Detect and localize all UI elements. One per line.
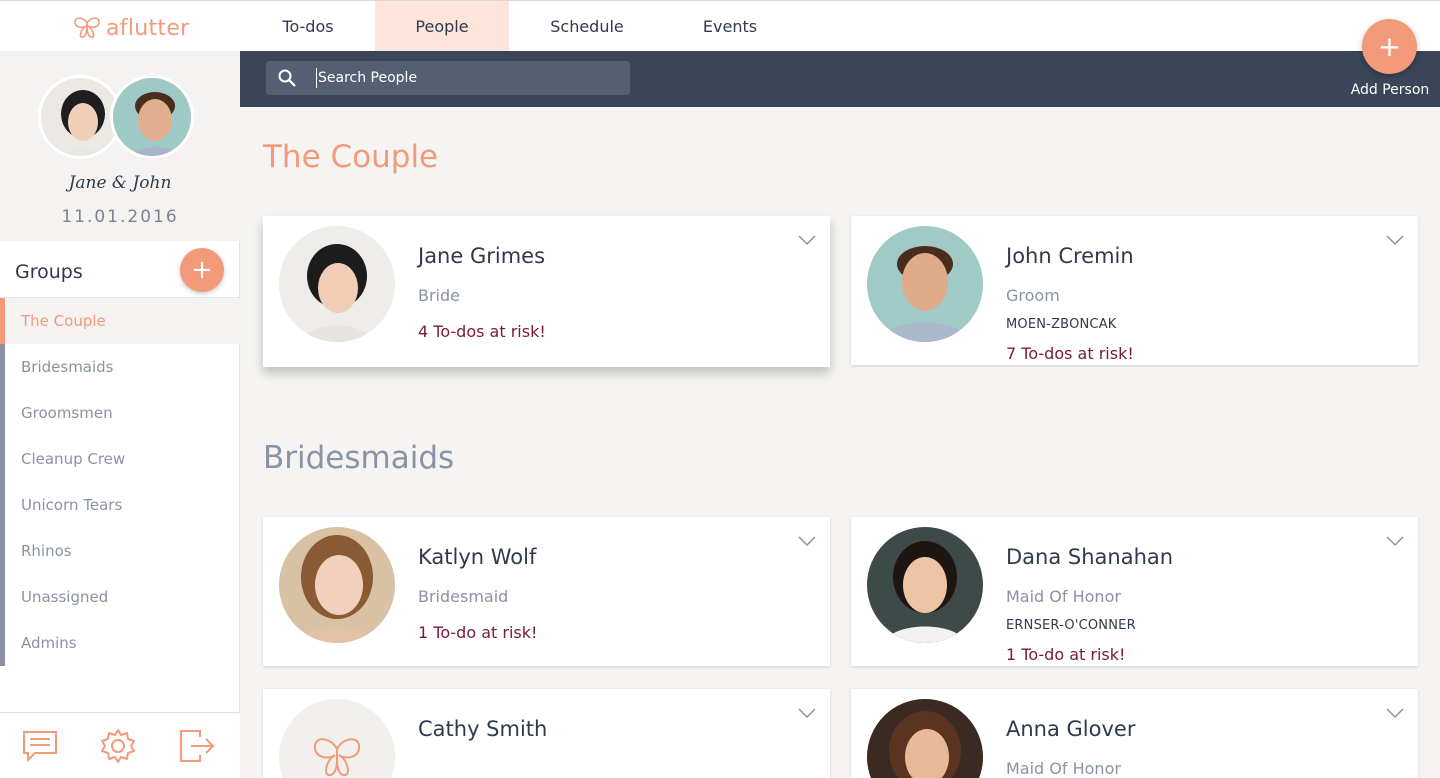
section-title-bridesmaids: Bridesmaids — [263, 440, 455, 476]
risk-count[interactable]: 1 To-do at risk! — [1006, 645, 1125, 664]
person-name: Anna Glover — [1006, 717, 1136, 741]
logout-icon[interactable] — [178, 727, 216, 765]
logo-text: aflutter — [106, 15, 190, 41]
person-company: MOEN-ZBONCAK — [1006, 317, 1117, 332]
tab-todos[interactable]: To-dos — [242, 1, 374, 52]
person-role: Maid Of Honor — [1006, 587, 1121, 606]
person-avatar — [279, 226, 395, 342]
group-item-admins[interactable]: Admins — [0, 620, 240, 666]
couple-names: Jane & John — [68, 173, 172, 193]
groom-avatar — [110, 75, 194, 159]
person-avatar — [867, 527, 983, 643]
chevron-down-icon[interactable] — [1386, 535, 1404, 547]
chevron-down-icon[interactable] — [1386, 234, 1404, 246]
group-item-groomsmen[interactable]: Groomsmen — [0, 390, 240, 436]
section-title-the-couple: The Couple — [263, 139, 439, 175]
person-role: Bride — [418, 286, 460, 305]
group-item-bridesmaids[interactable]: Bridesmaids — [0, 344, 240, 390]
person-card[interactable]: Jane Grimes Bride 4 To-dos at risk! — [263, 216, 830, 367]
tab-people[interactable]: People — [375, 1, 509, 52]
couple-profile: Jane & John 11.01.2016 — [0, 51, 240, 241]
group-item-unassigned[interactable]: Unassigned — [0, 574, 240, 620]
group-item-unicorn-tears[interactable]: Unicorn Tears — [0, 482, 240, 528]
chevron-down-icon[interactable] — [1386, 707, 1404, 719]
add-person-label: Add Person — [1350, 82, 1430, 98]
risk-count[interactable]: 4 To-dos at risk! — [418, 322, 546, 341]
add-group-button[interactable]: + — [180, 248, 224, 292]
person-company: ERNSER-O'CONNER — [1006, 618, 1136, 633]
person-card[interactable]: Dana Shanahan Maid Of Honor ERNSER-O'CON… — [851, 517, 1418, 666]
person-avatar — [867, 226, 983, 342]
group-list: The Couple Bridesmaids Groomsmen Cleanup… — [0, 297, 240, 666]
person-card[interactable]: Cathy Smith — [263, 689, 830, 778]
group-item-rhinos[interactable]: Rhinos — [0, 528, 240, 574]
chevron-down-icon[interactable] — [798, 535, 816, 547]
person-name: Dana Shanahan — [1006, 545, 1174, 569]
top-nav-bar: aflutter To-dos People Schedule Events — [0, 0, 1440, 52]
butterfly-logo-icon — [74, 17, 100, 38]
person-name: John Cremin — [1006, 244, 1134, 268]
person-card[interactable]: Anna Glover Maid Of Honor — [851, 689, 1418, 778]
wedding-date: 11.01.2016 — [61, 207, 179, 227]
sidebar-footer — [0, 712, 240, 778]
sidebar: Jane & John 11.01.2016 Groups + The Coup… — [0, 51, 240, 778]
chevron-down-icon[interactable] — [798, 234, 816, 246]
search-input[interactable] — [316, 68, 616, 88]
person-avatar-placeholder — [279, 699, 395, 778]
person-role: Groom — [1006, 286, 1060, 305]
search-icon — [278, 69, 296, 87]
chevron-down-icon[interactable] — [798, 707, 816, 719]
add-person-button[interactable]: + — [1362, 19, 1417, 74]
person-card[interactable]: Katlyn Wolf Bridesmaid 1 To-do at risk! — [263, 517, 830, 666]
tab-events[interactable]: Events — [663, 1, 797, 52]
group-item-the-couple[interactable]: The Couple — [0, 298, 240, 344]
group-item-cleanup-crew[interactable]: Cleanup Crew — [0, 436, 240, 482]
person-role: Maid Of Honor — [1006, 759, 1121, 778]
person-role: Bridesmaid — [418, 587, 509, 606]
gear-icon[interactable] — [99, 727, 137, 765]
person-avatar — [279, 527, 395, 643]
search-bar — [240, 51, 1440, 107]
tab-schedule[interactable]: Schedule — [520, 1, 654, 52]
groups-heading: Groups — [15, 261, 83, 283]
person-name: Cathy Smith — [418, 717, 548, 741]
search-box[interactable] — [266, 61, 630, 95]
app-logo[interactable]: aflutter — [72, 13, 190, 43]
person-name: Katlyn Wolf — [418, 545, 537, 569]
chat-icon[interactable] — [21, 727, 59, 765]
person-card[interactable]: John Cremin Groom MOEN-ZBONCAK 7 To-dos … — [851, 216, 1418, 365]
risk-count[interactable]: 7 To-dos at risk! — [1006, 344, 1134, 363]
person-name: Jane Grimes — [418, 244, 546, 268]
person-avatar — [867, 699, 983, 778]
risk-count[interactable]: 1 To-do at risk! — [418, 623, 537, 642]
